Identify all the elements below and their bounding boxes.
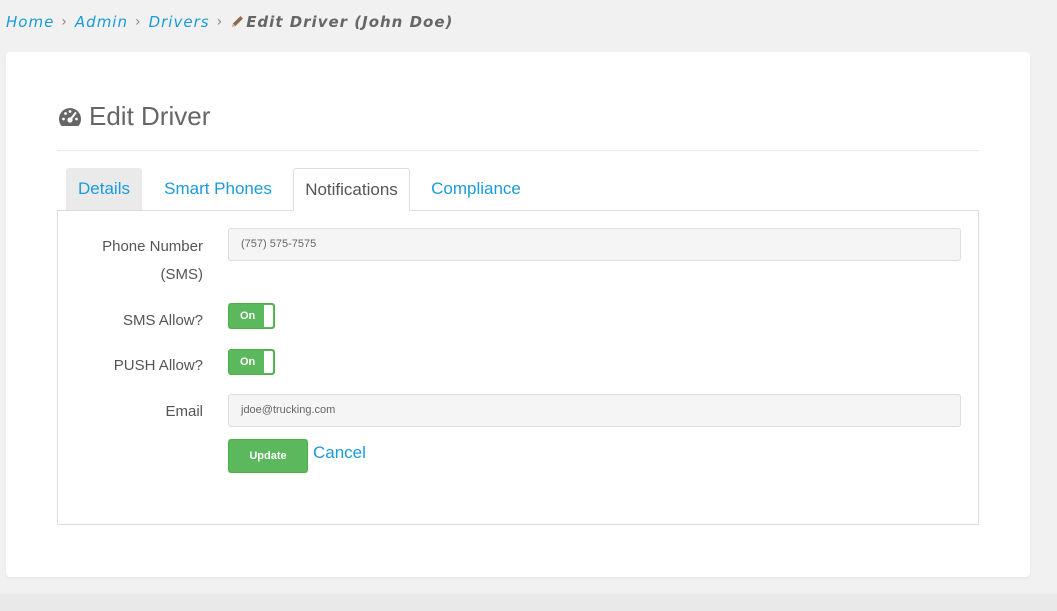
notifications-panel: Phone Number (SMS) (757) 575-7575 SMS Al…	[57, 210, 979, 525]
page-footer-strip	[0, 594, 1057, 611]
sms-allow-label: SMS Allow?	[122, 312, 203, 329]
phone-number-label-line2: (SMS)	[160, 266, 204, 283]
breadcrumb-separator: ›	[216, 14, 224, 30]
sms-toggle-text: On	[240, 310, 256, 322]
cancel-link[interactable]: Cancel	[313, 443, 366, 463]
breadcrumb: Home › Admin › Drivers › Edit Driver (Jo…	[6, 13, 453, 31]
tab-bar: Details Smart Phones Notifications Compl…	[57, 168, 979, 211]
phone-number-label-line1: Phone Number	[102, 238, 203, 255]
breadcrumb-separator: ›	[61, 14, 68, 30]
toggle-knob	[264, 351, 273, 373]
push-toggle-text: On	[240, 356, 256, 368]
pencil-icon	[230, 15, 244, 29]
breadcrumb-home-link[interactable]: Home	[6, 13, 54, 31]
page-title-text: Edit Driver	[89, 101, 211, 131]
tab-notifications[interactable]: Notifications	[293, 168, 410, 211]
phone-number-label: Phone Number (SMS)	[102, 233, 203, 289]
push-allow-toggle[interactable]: On	[228, 349, 275, 375]
email-input[interactable]: jdoe@trucking.com	[228, 394, 961, 427]
breadcrumb-separator: ›	[134, 14, 142, 30]
breadcrumb-drivers-link[interactable]: Drivers	[149, 13, 210, 31]
tab-details[interactable]: Details	[66, 168, 142, 210]
tab-smart-phones[interactable]: Smart Phones	[153, 168, 283, 210]
phone-number-input[interactable]: (757) 575-7575	[228, 228, 961, 261]
tab-compliance[interactable]: Compliance	[419, 168, 533, 210]
page-title: Edit Driver	[57, 101, 210, 132]
push-allow-label: PUSH Allow?	[113, 357, 203, 374]
sms-allow-toggle[interactable]: On	[228, 303, 275, 329]
breadcrumb-current: Edit Driver (John Doe)	[246, 13, 454, 31]
email-label: Email	[165, 403, 203, 420]
breadcrumb-admin-link[interactable]: Admin	[75, 13, 128, 31]
title-divider	[57, 150, 979, 151]
dashboard-icon	[57, 104, 83, 130]
toggle-knob	[264, 305, 273, 327]
edit-driver-card: Edit Driver Details Smart Phones Notific…	[6, 52, 1030, 577]
update-button[interactable]: Update	[228, 439, 308, 473]
